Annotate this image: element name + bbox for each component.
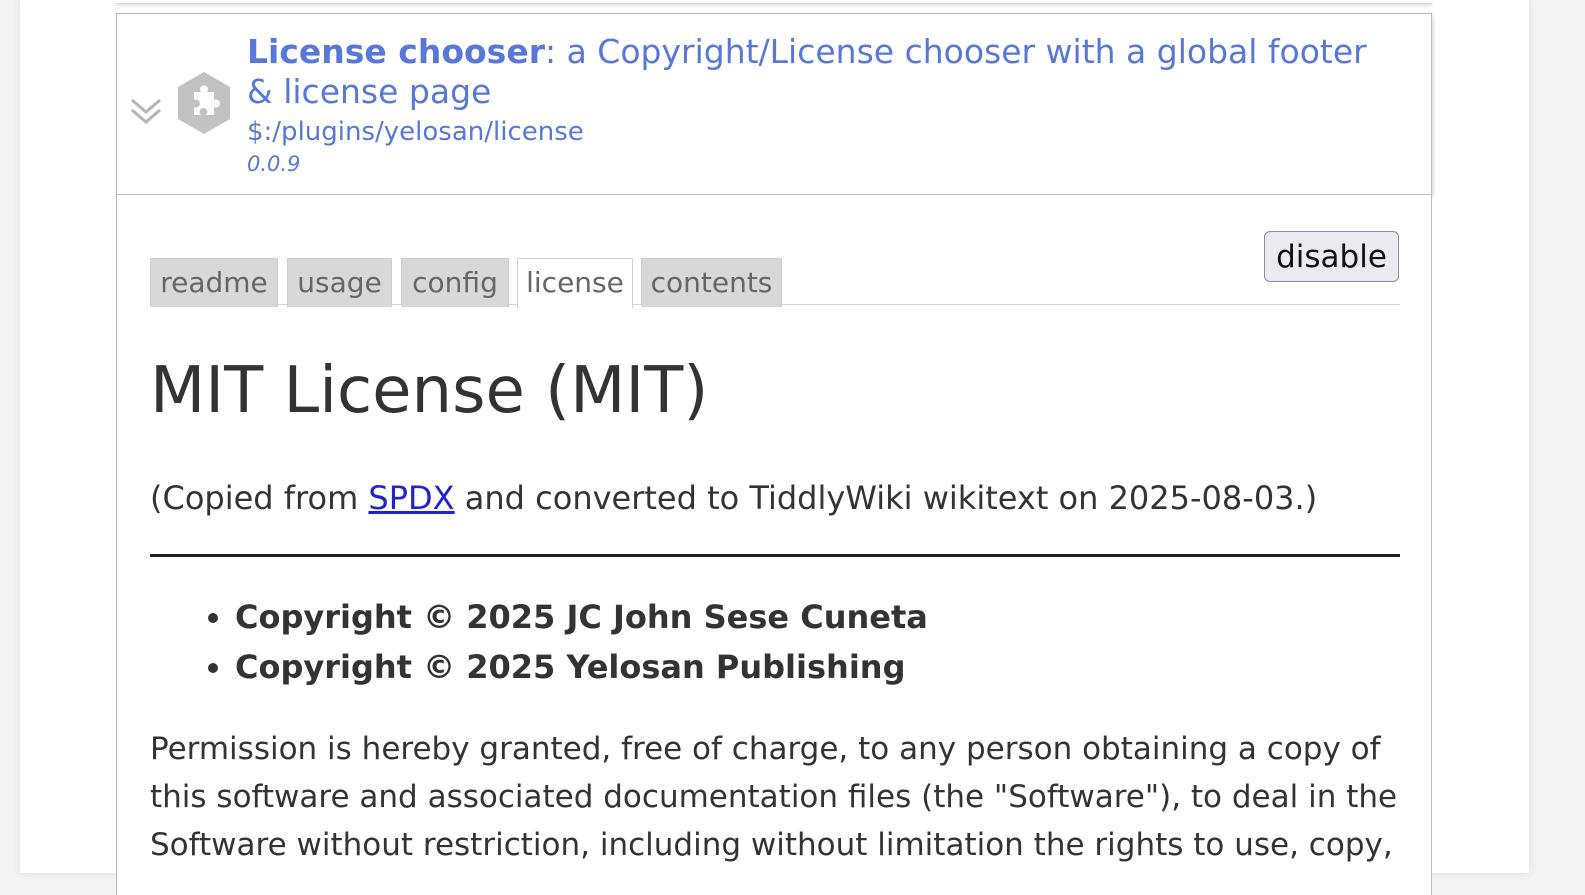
tab-bar: readme usage config license contents (150, 258, 1400, 309)
source-note-prefix: (Copied from (150, 479, 369, 517)
license-heading: MIT License (MIT) (150, 354, 709, 428)
copyright-item: Copyright © 2025 Yelosan Publishing (235, 642, 928, 692)
double-chevron-down-icon[interactable] (128, 92, 164, 128)
plugin-path: $:/plugins/yelosan/license (247, 117, 584, 147)
copyright-item: Copyright © 2025 JC John Sese Cuneta (235, 592, 928, 642)
tab-config[interactable]: config (401, 258, 509, 307)
source-note-suffix: and converted to TiddlyWiki wikitext on … (454, 479, 1318, 517)
tab-usage[interactable]: usage (287, 258, 392, 307)
divider (150, 554, 1400, 557)
plugin-name: License chooser (247, 32, 545, 71)
puzzle-piece-icon (178, 72, 230, 134)
previous-tiddler-edge (116, 0, 1432, 4)
tab-contents[interactable]: contents (641, 258, 782, 307)
plugin-version: 0.0.9 (247, 152, 301, 176)
plugin-title[interactable]: License chooser: a Copyright/License cho… (247, 32, 1397, 112)
source-note: (Copied from SPDX and converted to Tiddl… (150, 475, 1317, 521)
tab-license[interactable]: license (517, 258, 633, 309)
plugin-body: disable readme usage config license cont… (116, 195, 1432, 895)
copyright-list: Copyright © 2025 JC John Sese Cuneta Cop… (205, 592, 928, 692)
tab-readme[interactable]: readme (150, 258, 278, 307)
spdx-link[interactable]: SPDX (368, 479, 454, 517)
permission-paragraph: Permission is hereby granted, free of ch… (150, 731, 1398, 863)
plugin-header[interactable]: License chooser: a Copyright/License cho… (116, 13, 1432, 195)
